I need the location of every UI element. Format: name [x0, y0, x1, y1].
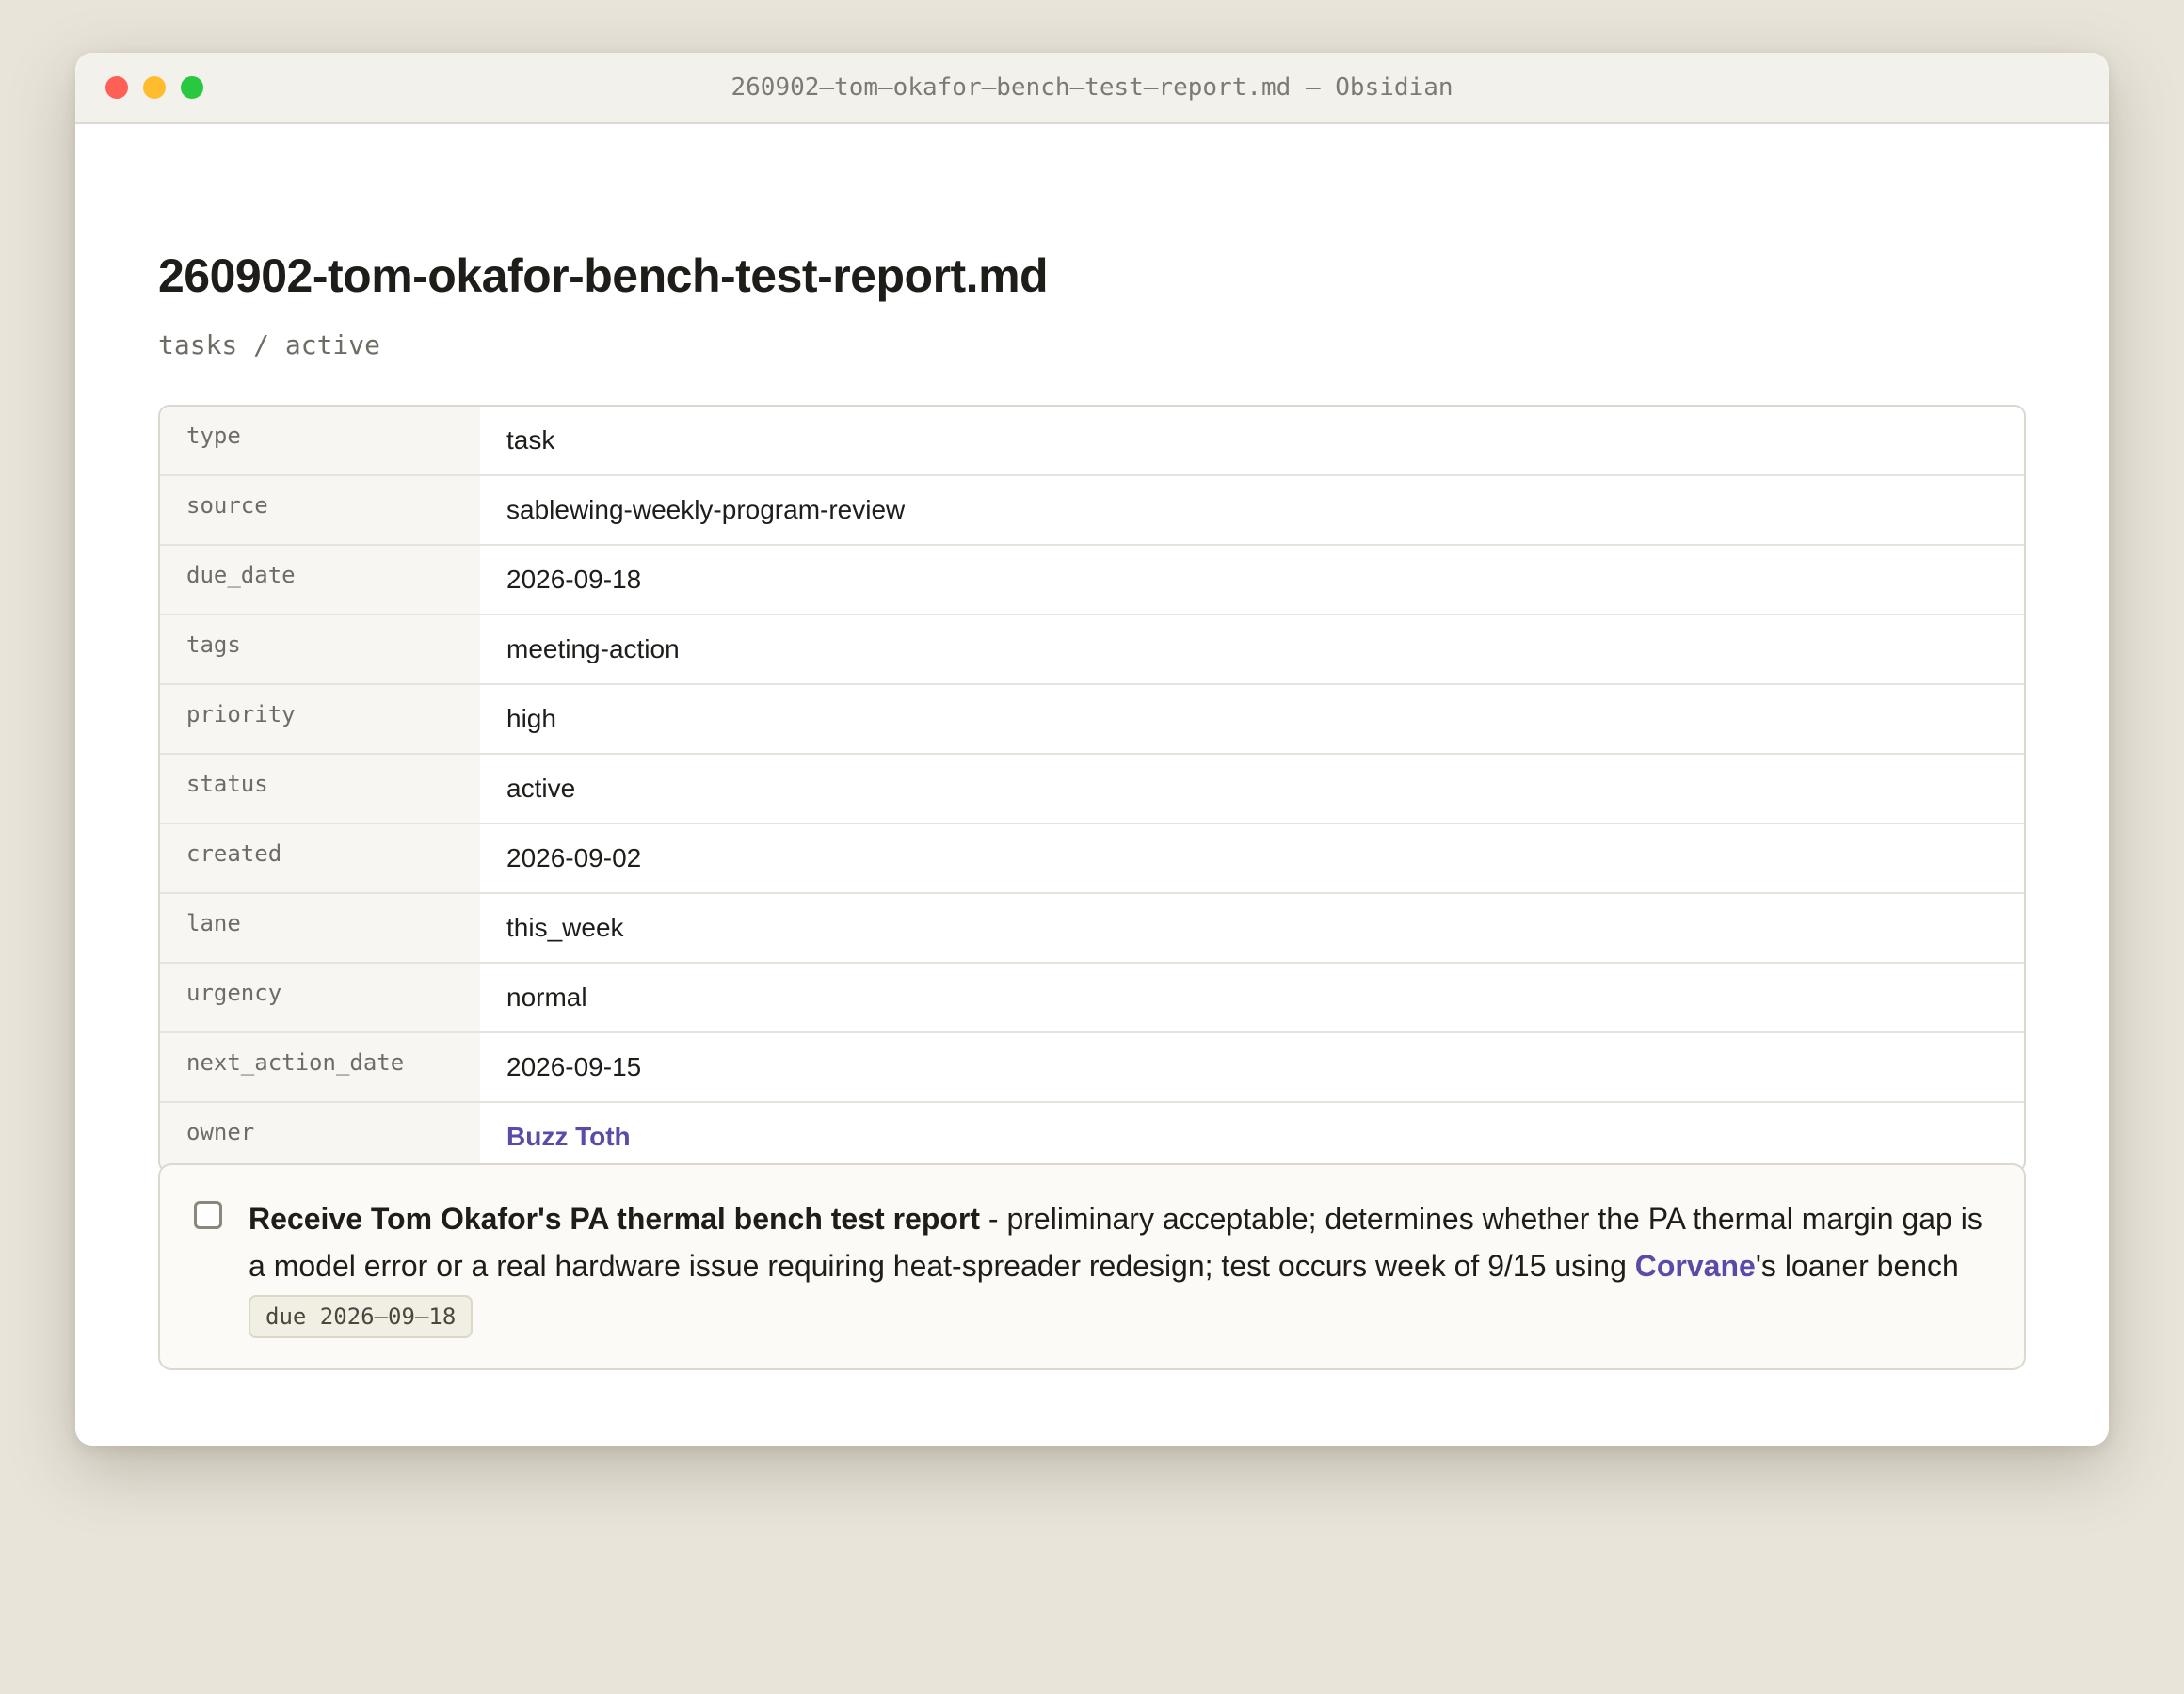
properties-table: type task source sablewing-weekly-progra… — [158, 405, 2026, 1173]
property-row-due-date: due_date 2026-09-18 — [160, 546, 2024, 615]
property-key: priority — [160, 685, 480, 753]
owner-link[interactable]: Buzz Toth — [480, 1103, 631, 1171]
property-key: source — [160, 476, 480, 544]
breadcrumb: tasks / active — [158, 329, 381, 360]
property-key: type — [160, 407, 480, 474]
property-key: due_date — [160, 546, 480, 614]
note-title: 260902-tom-okafor-bench-test-report.md — [158, 249, 1049, 302]
due-date-badge: due 2026–09–18 — [249, 1295, 474, 1338]
property-row-urgency: urgency normal — [160, 964, 2024, 1033]
corvane-link[interactable]: Corvane — [1635, 1249, 1756, 1283]
property-value[interactable]: 2026-09-18 — [480, 546, 641, 614]
property-value[interactable]: sablewing-weekly-program-review — [480, 476, 905, 544]
property-value[interactable]: 2026-09-15 — [480, 1033, 641, 1101]
property-value[interactable]: active — [480, 755, 575, 823]
property-key: lane — [160, 894, 480, 962]
property-row-type: type task — [160, 407, 2024, 476]
property-key: status — [160, 755, 480, 823]
property-key: next_action_date — [160, 1033, 480, 1101]
task-item: Receive Tom Okafor's PA thermal bench te… — [158, 1163, 2026, 1370]
property-key: owner — [160, 1103, 480, 1171]
property-key: created — [160, 824, 480, 892]
property-key: urgency — [160, 964, 480, 1031]
window-title: 260902–tom–okafor–bench–test–report.md —… — [731, 73, 1453, 102]
title-bar: 260902–tom–okafor–bench–test–report.md —… — [75, 53, 2109, 124]
property-value[interactable]: normal — [480, 964, 587, 1031]
obsidian-window: 260902–tom–okafor–bench–test–report.md —… — [75, 53, 2109, 1446]
property-value[interactable]: meeting-action — [480, 615, 680, 683]
property-value[interactable]: task — [480, 407, 554, 474]
task-text: Receive Tom Okafor's PA thermal bench te… — [249, 1195, 1990, 1338]
property-value[interactable]: high — [480, 685, 556, 753]
property-row-tags: tags meeting-action — [160, 615, 2024, 685]
task-description-end: 's loaner bench — [1755, 1249, 1959, 1283]
property-row-owner: owner Buzz Toth — [160, 1103, 2024, 1171]
property-row-created: created 2026-09-02 — [160, 824, 2024, 894]
property-row-source: source sablewing-weekly-program-review — [160, 476, 2024, 546]
property-value[interactable]: this_week — [480, 894, 624, 962]
property-key: tags — [160, 615, 480, 683]
property-row-status: status active — [160, 755, 2024, 824]
property-row-lane: lane this_week — [160, 894, 2024, 964]
property-row-next-action-date: next_action_date 2026-09-15 — [160, 1033, 2024, 1103]
property-value[interactable]: 2026-09-02 — [480, 824, 641, 892]
task-checkbox[interactable] — [194, 1201, 222, 1229]
task-title: Receive Tom Okafor's PA thermal bench te… — [249, 1202, 981, 1236]
property-row-priority: priority high — [160, 685, 2024, 755]
